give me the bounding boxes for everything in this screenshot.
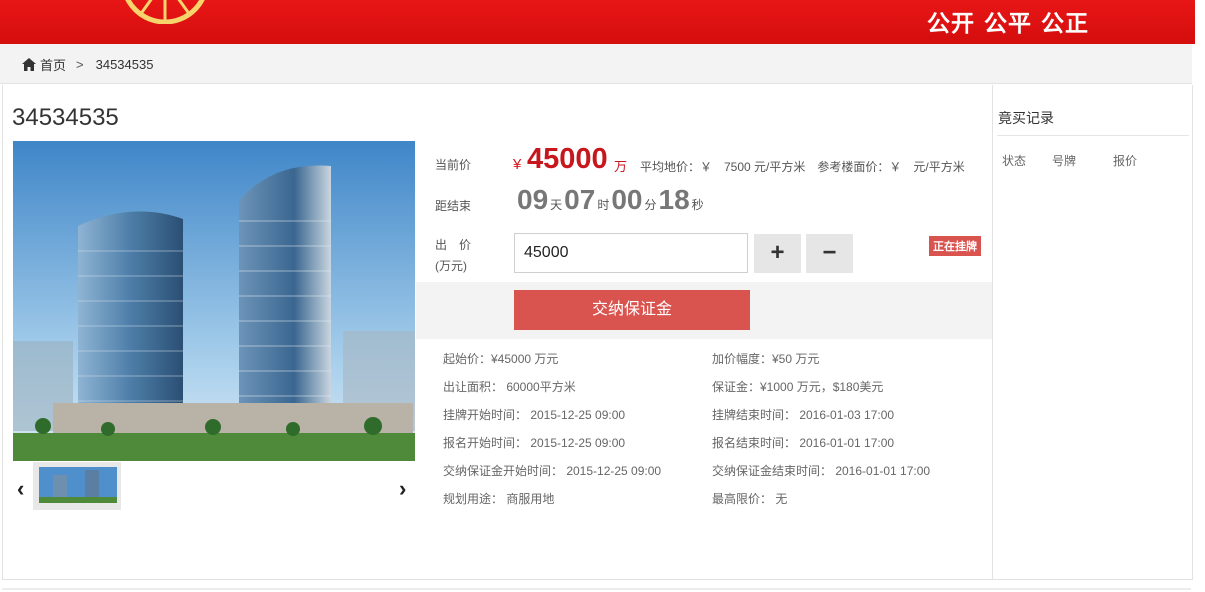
detail-increment: 加价幅度：¥50 万元 xyxy=(712,352,820,366)
detail-deposit-start: 交纳保证金开始时间： 2015-12-25 09:00 xyxy=(443,464,662,478)
status-badge: 正在挂牌 xyxy=(929,236,981,256)
column-header-price: 报价 xyxy=(1113,154,1138,168)
chevron-right-icon[interactable]: › xyxy=(399,476,406,502)
thumbnail-image[interactable] xyxy=(33,462,121,510)
breadcrumb-bar: 首页 > 34534535 xyxy=(0,44,1192,84)
breadcrumb: 首页 > 34534535 xyxy=(22,55,153,74)
countdown-seconds-unit: 秒 xyxy=(691,198,704,212)
site-slogan: 公开 公平 公正 xyxy=(926,11,1089,37)
countdown-days: 09 xyxy=(517,184,549,215)
column-header-status: 状态 xyxy=(1002,154,1027,168)
detail-listing-end: 挂牌结束时间： 2016-01-03 17:00 xyxy=(712,408,895,422)
detail-registration-end: 报名结束时间： 2016-01-01 17:00 xyxy=(712,436,895,450)
countdown-hours: 07 xyxy=(564,184,596,215)
countdown-days-unit: 天 xyxy=(550,198,563,212)
countdown-hours-unit: 时 xyxy=(597,198,610,212)
pay-deposit-button[interactable]: 交纳保证金 xyxy=(514,290,750,330)
page-title: 34534535 xyxy=(12,104,119,131)
countdown-label: 距结束 xyxy=(435,199,472,213)
countdown-minutes-unit: 分 xyxy=(644,198,657,212)
breadcrumb-separator: > xyxy=(76,57,84,72)
currency-symbol: ¥ xyxy=(513,156,522,173)
breadcrumb-current: 34534535 xyxy=(95,57,154,72)
divider xyxy=(997,135,1189,136)
thumbnail-carousel: ‹ › xyxy=(13,462,415,510)
countdown-timer: 09 天 07 时 00 分 18 秒 xyxy=(517,184,706,216)
site-header: 公开 公平 公正 xyxy=(0,0,1195,44)
price-unit: 万 xyxy=(614,159,628,174)
column-header-paddle: 号牌 xyxy=(1052,154,1077,168)
bid-amount-input[interactable] xyxy=(514,233,748,273)
countdown-seconds: 18 xyxy=(658,184,690,215)
chevron-left-icon[interactable]: ‹ xyxy=(17,476,24,502)
current-price-label: 当前价 xyxy=(435,158,472,172)
detail-registration-start: 报名开始时间： 2015-12-25 09:00 xyxy=(443,436,626,450)
detail-deposit: 保证金：¥1000 万元，$180美元 xyxy=(712,380,884,394)
home-icon xyxy=(22,58,36,71)
decrease-bid-button[interactable]: − xyxy=(806,234,853,273)
average-land-price: 平均地价：￥ 7500 元/平方米 参考楼面价：￥ 元/平方米 xyxy=(640,160,965,174)
breadcrumb-home-link[interactable]: 首页 xyxy=(40,55,66,74)
detail-start-price: 起始价：¥45000 万元 xyxy=(443,352,559,366)
detail-area: 出让面积： 60000平方米 xyxy=(443,380,576,394)
countdown-minutes: 00 xyxy=(611,184,643,215)
footer-divider xyxy=(2,588,1191,590)
current-price: 45000 xyxy=(527,143,608,175)
property-main-image xyxy=(13,141,415,461)
bid-label: 出 价 xyxy=(435,238,472,252)
detail-listing-start: 挂牌开始时间： 2015-12-25 09:00 xyxy=(443,408,626,422)
logo-emblem-icon xyxy=(125,0,205,24)
bid-unit-label: (万元) xyxy=(435,259,467,273)
detail-deposit-end: 交纳保证金结束时间： 2016-01-01 17:00 xyxy=(712,464,931,478)
bid-records-title: 竟买记录 xyxy=(998,110,1054,126)
increase-bid-button[interactable]: + xyxy=(754,234,801,273)
detail-land-use: 规划用途： 商服用地 xyxy=(443,492,555,506)
detail-max-price: 最高限价： 无 xyxy=(712,492,788,506)
